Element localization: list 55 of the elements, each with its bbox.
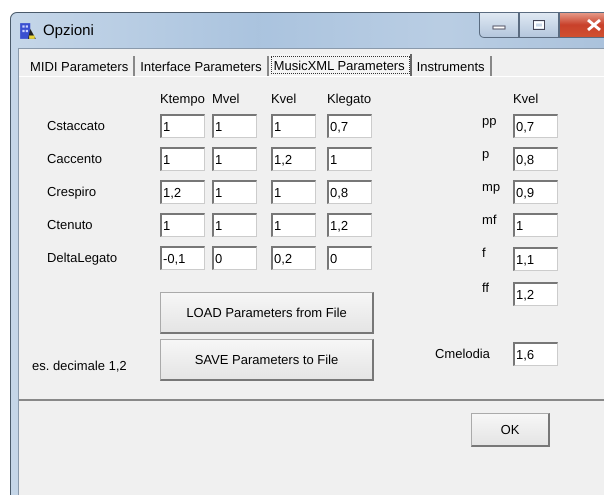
- input-field[interactable]: 1: [212, 146, 257, 170]
- input-field[interactable]: 1: [513, 212, 558, 236]
- field-label: Cmelodia: [435, 346, 491, 361]
- input-field[interactable]: 0,8: [513, 146, 558, 170]
- close-icon: [586, 18, 602, 32]
- file-button[interactable]: LOAD Parameters from File: [160, 292, 374, 334]
- input-field[interactable]: 0,7: [513, 114, 558, 138]
- field-label: ff: [481, 279, 490, 295]
- input-field[interactable]: 1,1: [513, 246, 558, 270]
- window-title: Opzioni: [43, 22, 94, 39]
- input-field[interactable]: 1: [271, 212, 316, 236]
- input-field[interactable]: 1,2: [327, 212, 372, 236]
- field-label: DeltaLegato: [47, 250, 118, 265]
- input-field[interactable]: 1,2: [160, 180, 205, 204]
- tab[interactable]: MusicXML Parameters: [268, 54, 412, 76]
- input-field[interactable]: 0: [327, 246, 372, 270]
- ok-button[interactable]: OK: [471, 413, 550, 447]
- input-field[interactable]: 1: [160, 114, 205, 138]
- input-field[interactable]: 1: [160, 212, 205, 236]
- column-header: Ktempo: [160, 90, 206, 106]
- input-field[interactable]: 0,7: [327, 114, 372, 138]
- input-field[interactable]: 0,2: [271, 246, 316, 270]
- input-field[interactable]: 1: [327, 146, 372, 170]
- field-label: f: [481, 244, 487, 260]
- field-label: mp: [481, 178, 502, 194]
- column-header: Kvel: [271, 90, 298, 106]
- app-icon: [19, 22, 37, 40]
- column-header: Mvel: [212, 90, 240, 106]
- input-field[interactable]: 0,8: [327, 180, 372, 204]
- input-field[interactable]: 1,2: [271, 146, 316, 170]
- field-label: Caccento: [47, 151, 103, 166]
- input-field[interactable]: 1: [212, 180, 257, 204]
- file-button[interactable]: SAVE Parameters to File: [160, 339, 374, 381]
- field-label: Ctenuto: [47, 217, 94, 232]
- minimize-button[interactable]: [479, 12, 519, 38]
- input-field[interactable]: 1: [271, 180, 316, 204]
- field-label: Cstaccato: [47, 118, 106, 133]
- input-field[interactable]: 1: [212, 114, 257, 138]
- input-field[interactable]: 1: [160, 146, 205, 170]
- input-field[interactable]: 1: [212, 212, 257, 236]
- maximize-button[interactable]: [519, 12, 559, 38]
- input-field[interactable]: 0,9: [513, 180, 558, 204]
- column-header: Kvel: [512, 90, 540, 108]
- input-field[interactable]: 1: [271, 114, 316, 138]
- field-label: Crespiro: [47, 184, 98, 199]
- field-label: p: [481, 145, 490, 161]
- input-field[interactable]: -0,1: [160, 246, 205, 270]
- field-label: pp: [481, 112, 498, 128]
- hint-text: es. decimale 1,2: [32, 358, 128, 375]
- input-field[interactable]: 0: [212, 246, 257, 270]
- input-field[interactable]: 1,6: [513, 342, 558, 366]
- field-label: mf: [481, 211, 498, 227]
- column-header: Klegato: [327, 90, 372, 106]
- input-field[interactable]: 1,2: [513, 282, 558, 306]
- maximize-icon: [532, 19, 546, 31]
